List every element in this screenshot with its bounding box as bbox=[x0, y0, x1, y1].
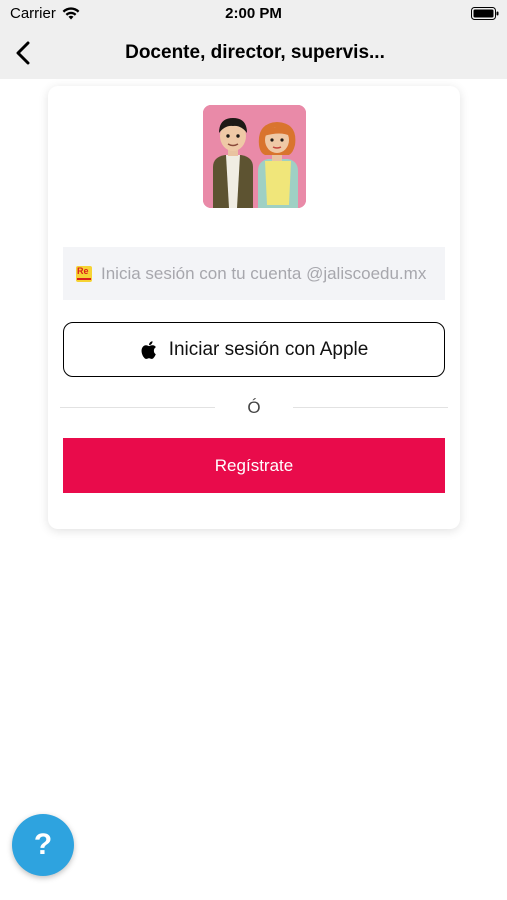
page-title: Docente, director, supervis... bbox=[125, 42, 385, 63]
top-bar: Carrier 2:00 PM Docente, director, super… bbox=[0, 0, 507, 79]
divider-line-left bbox=[60, 407, 215, 408]
institutional-login-button[interactable]: Re Inicia sesión con tu cuenta @jaliscoe… bbox=[63, 247, 445, 300]
or-text: Ó bbox=[247, 398, 261, 417]
status-time: 2:00 PM bbox=[225, 5, 282, 22]
apple-icon bbox=[141, 340, 156, 359]
or-divider: Ó bbox=[60, 396, 448, 420]
login-card: Re Inicia sesión con tu cuenta @jaliscoe… bbox=[48, 86, 460, 529]
divider-line-right bbox=[293, 407, 448, 408]
register-button[interactable]: Regístrate bbox=[63, 438, 445, 493]
institutional-login-label: Inicia sesión con tu cuenta @jaliscoedu.… bbox=[101, 263, 427, 283]
apple-signin-button[interactable]: Iniciar sesión con Apple bbox=[63, 322, 445, 377]
app-logo-icon bbox=[203, 105, 306, 208]
help-button[interactable]: ? bbox=[12, 814, 74, 876]
apple-signin-label: Iniciar sesión con Apple bbox=[168, 338, 369, 360]
back-button[interactable] bbox=[6, 36, 40, 70]
navigation-bar: Docente, director, supervis... bbox=[0, 28, 507, 79]
battery-icon bbox=[471, 7, 499, 20]
institution-logo-icon: Re bbox=[76, 265, 92, 282]
status-bar: Carrier 2:00 PM bbox=[0, 0, 507, 28]
back-chevron-icon bbox=[16, 41, 30, 65]
